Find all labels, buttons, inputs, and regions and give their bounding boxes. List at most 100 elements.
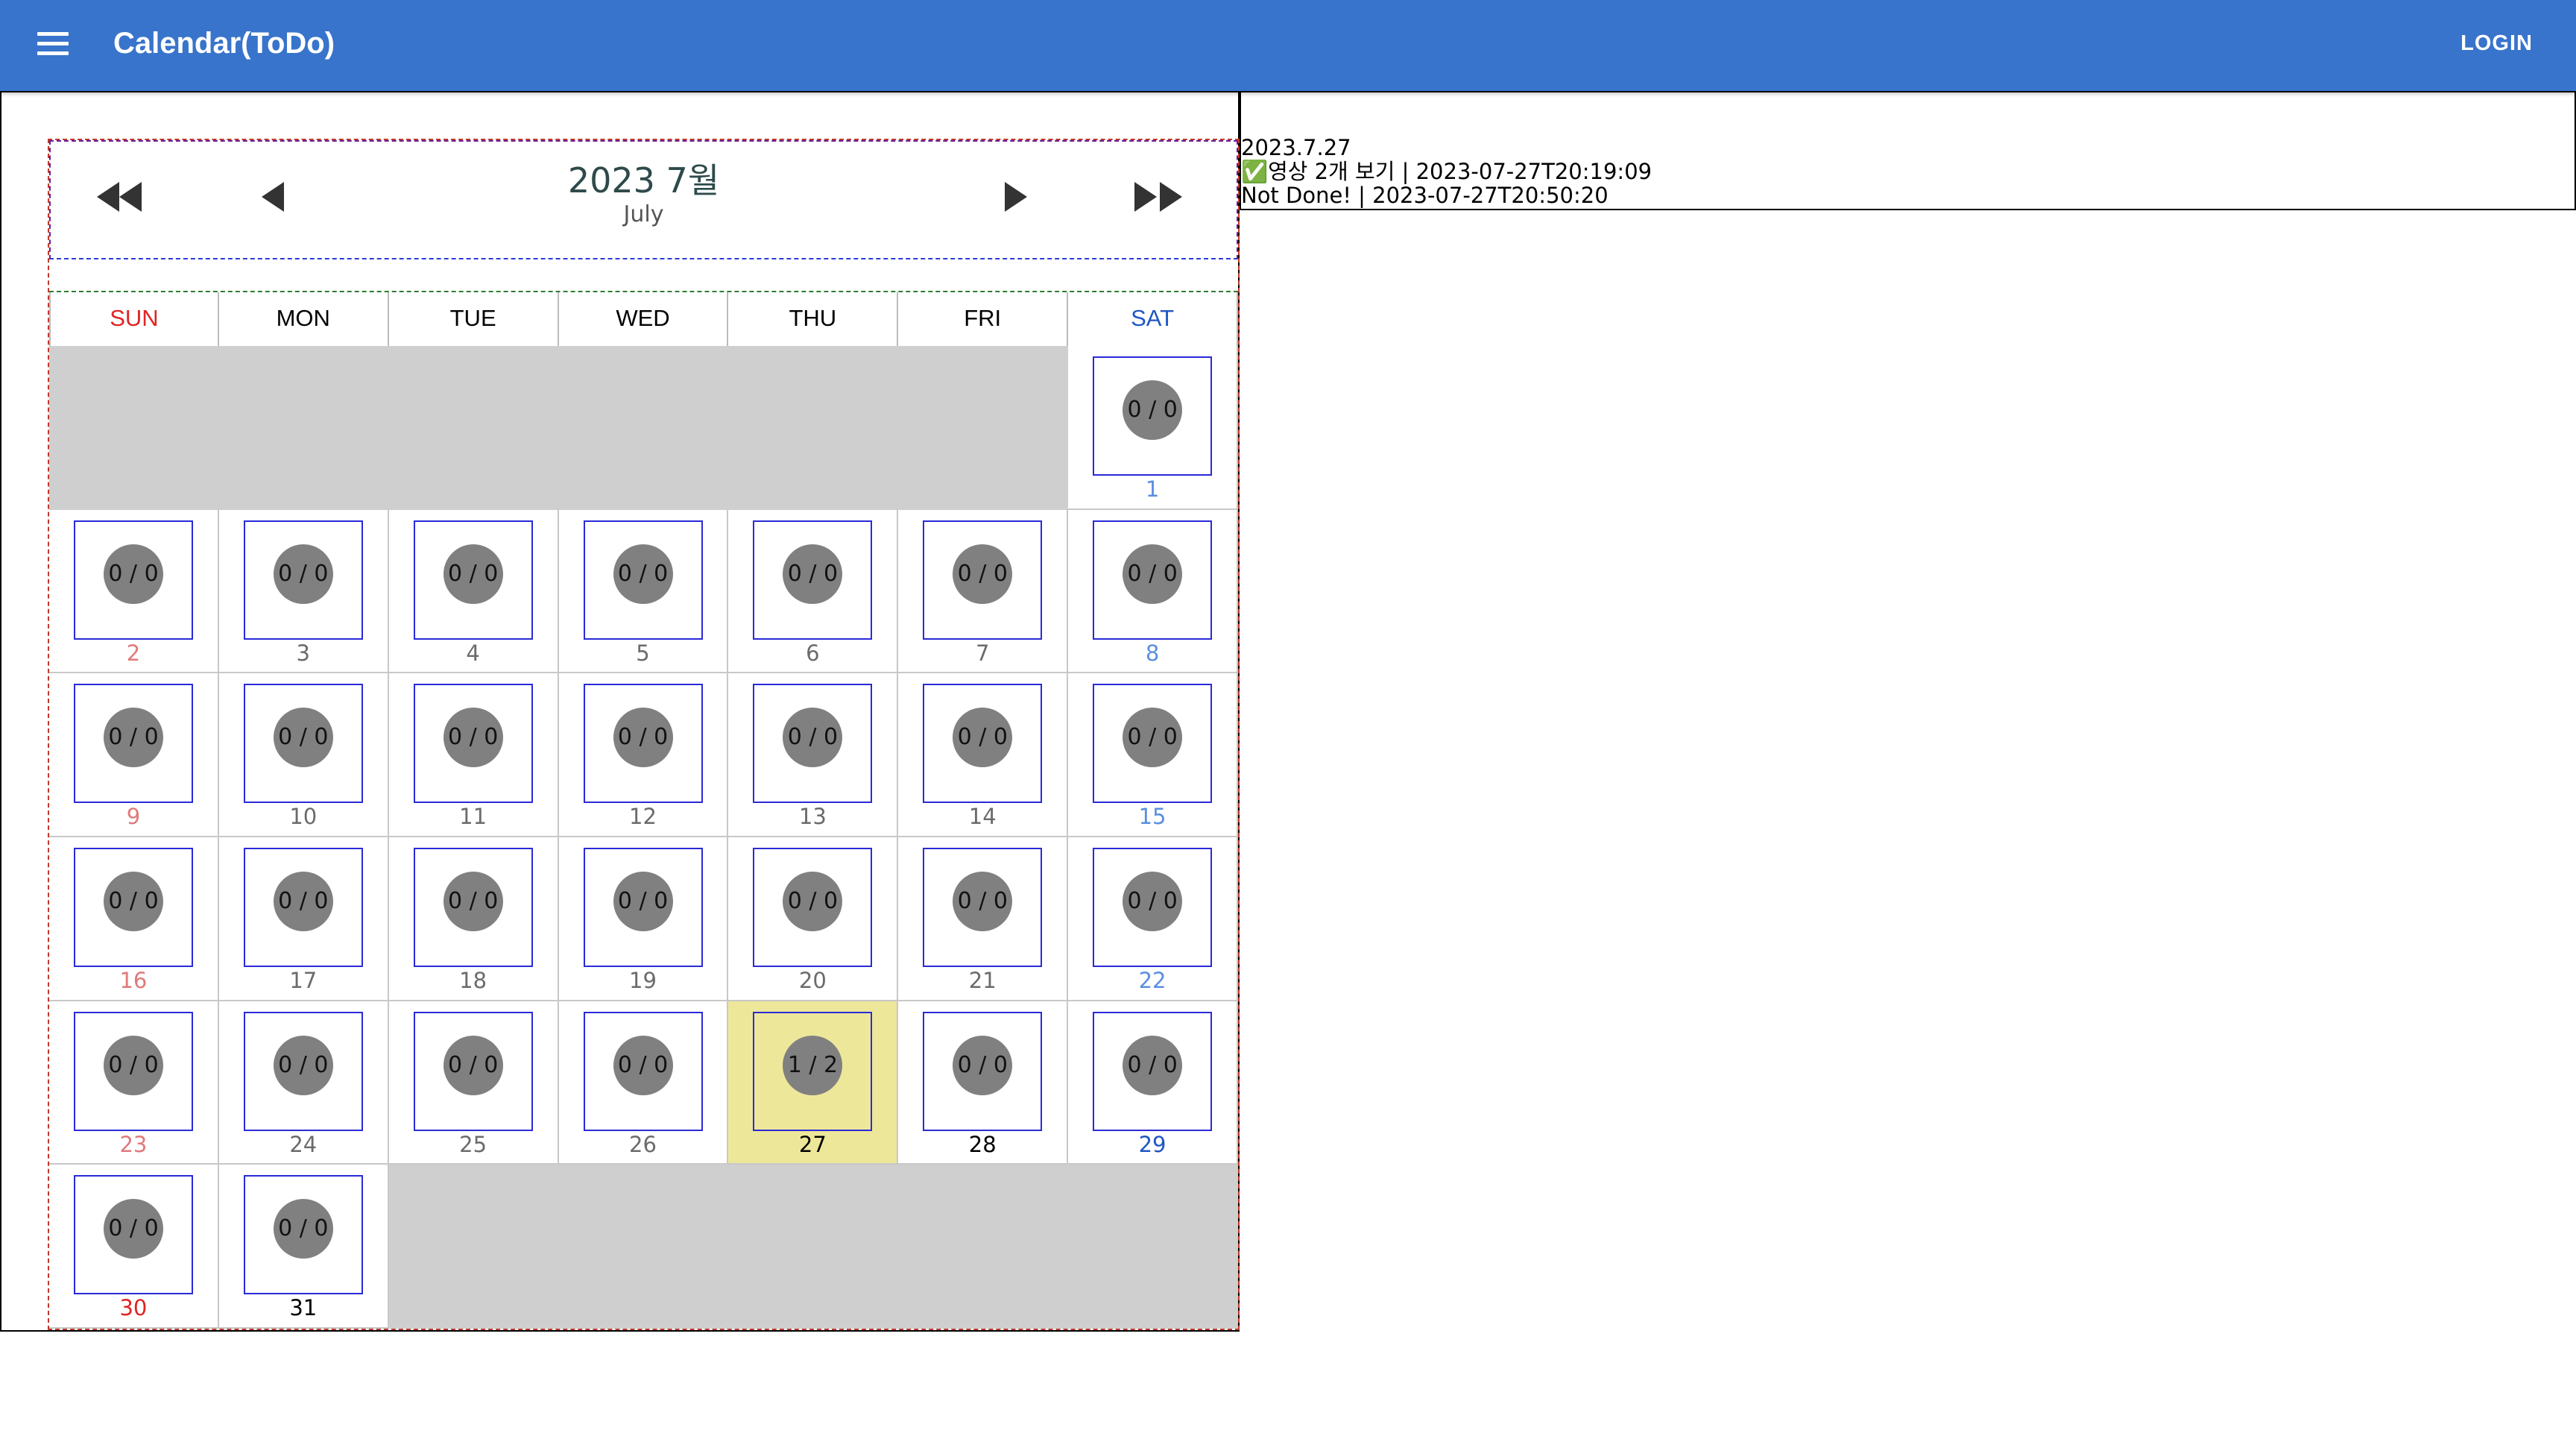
day-cell[interactable]: 0 / 0 19 [558, 837, 729, 1001]
day-cell[interactable]: 0 / 0 1 [1068, 346, 1238, 510]
calendar-header: 2023 7월 July [49, 140, 1238, 259]
day-todo-box[interactable]: 0 / 0 [1093, 520, 1213, 640]
day-todo-box[interactable]: 0 / 0 [1093, 1011, 1213, 1131]
login-button[interactable]: LOGIN [2455, 27, 2539, 60]
day-number: 5 [636, 640, 650, 666]
day-cell[interactable]: 1 / 2 27 [728, 1001, 899, 1165]
next-year-button[interactable] [1134, 182, 1182, 219]
day-cell[interactable]: 0 / 0 12 [558, 673, 729, 837]
day-todo-box[interactable]: 0 / 0 [413, 520, 533, 640]
day-cell[interactable]: 0 / 0 15 [1068, 673, 1238, 837]
day-todo-box[interactable]: 0 / 0 [923, 684, 1043, 804]
day-cell[interactable]: 0 / 0 14 [898, 673, 1069, 837]
day-cell[interactable]: 0 / 0 25 [388, 1001, 559, 1165]
todo-item[interactable]: ✅영상 2개 보기 | 2023-07-27T20:19:09 [1241, 160, 2575, 183]
day-todo-box[interactable]: 0 / 0 [413, 1011, 533, 1131]
next-month-button[interactable] [1005, 182, 1027, 219]
day-todo-box[interactable]: 0 / 0 [923, 848, 1043, 967]
day-todo-box[interactable]: 0 / 0 [74, 1175, 193, 1295]
weekday-sun: SUN [49, 292, 219, 347]
day-cell[interactable]: 0 / 0 20 [728, 837, 899, 1001]
calendar-grid: 0 / 010 / 020 / 030 / 040 / 050 / 060 / … [49, 346, 1238, 1329]
todo-count-badge: 0 / 0 [1123, 1035, 1183, 1095]
day-todo-box[interactable]: 0 / 0 [243, 684, 363, 804]
day-todo-box[interactable]: 0 / 0 [413, 848, 533, 967]
day-todo-box[interactable]: 0 / 0 [243, 1175, 363, 1295]
day-number: 15 [1138, 804, 1167, 830]
day-cell[interactable]: 0 / 0 23 [49, 1001, 219, 1165]
weekday-mon: MON [218, 292, 389, 347]
day-todo-box[interactable]: 0 / 0 [753, 848, 873, 967]
day-todo-box[interactable]: 0 / 0 [583, 848, 703, 967]
day-number: 29 [1138, 1131, 1167, 1157]
day-cell[interactable]: 0 / 0 7 [898, 509, 1069, 674]
day-todo-box[interactable]: 0 / 0 [583, 520, 703, 640]
day-todo-box[interactable]: 0 / 0 [243, 520, 363, 640]
day-todo-box[interactable]: 0 / 0 [1093, 848, 1213, 967]
day-todo-box[interactable]: 0 / 0 [923, 520, 1043, 640]
day-number: 8 [1145, 640, 1160, 666]
day-todo-box[interactable]: 0 / 0 [583, 1011, 703, 1131]
weekday-sat: SAT [1068, 292, 1238, 347]
day-cell[interactable]: 0 / 0 8 [1068, 509, 1238, 674]
right-arrow-icon [1005, 182, 1027, 212]
detail-date: 2023.7.27 [1241, 135, 1351, 160]
day-todo-box[interactable]: 0 / 0 [74, 848, 193, 967]
day-todo-box[interactable]: 0 / 0 [583, 684, 703, 804]
day-cell[interactable]: 0 / 0 3 [218, 509, 389, 674]
day-todo-box[interactable]: 0 / 0 [753, 520, 873, 640]
day-cell[interactable]: 0 / 0 2 [49, 509, 219, 674]
day-cell[interactable]: 0 / 0 11 [388, 673, 559, 837]
day-todo-box[interactable]: 0 / 0 [753, 684, 873, 804]
day-todo-box[interactable]: 0 / 0 [923, 1011, 1043, 1131]
day-cell[interactable]: 0 / 0 18 [388, 837, 559, 1001]
day-number: 6 [806, 640, 820, 666]
weekday-tue: TUE [388, 292, 559, 347]
day-todo-box[interactable]: 0 / 0 [1093, 684, 1213, 804]
day-todo-box[interactable]: 0 / 0 [243, 1011, 363, 1131]
day-cell[interactable]: 0 / 0 17 [218, 837, 389, 1001]
day-number: 3 [296, 640, 310, 666]
day-cell[interactable]: 0 / 0 31 [218, 1165, 389, 1329]
menu-icon[interactable] [37, 32, 69, 56]
day-todo-box[interactable]: 0 / 0 [74, 520, 193, 640]
day-cell[interactable]: 0 / 0 30 [49, 1165, 219, 1329]
day-cell[interactable]: 0 / 0 28 [898, 1001, 1069, 1165]
todo-count-badge: 0 / 0 [613, 1035, 673, 1095]
day-cell[interactable]: 0 / 0 22 [1068, 837, 1238, 1001]
day-cell[interactable]: 0 / 0 26 [558, 1001, 729, 1165]
weekday-wed: WED [558, 292, 729, 347]
day-number: 31 [289, 1295, 318, 1321]
day-todo-box[interactable]: 0 / 0 [74, 1011, 193, 1131]
month-subtitle: July [623, 201, 664, 227]
app-bar: Calendar(ToDo) LOGIN [0, 0, 2576, 91]
day-cell[interactable]: 0 / 0 21 [898, 837, 1069, 1001]
day-cell[interactable]: 0 / 0 9 [49, 673, 219, 837]
todo-item[interactable]: Not Done! | 2023-07-27T20:50:20 [1241, 183, 2575, 207]
todo-count-badge: 0 / 0 [953, 1035, 1013, 1095]
day-cell[interactable]: 0 / 0 24 [218, 1001, 389, 1165]
day-number: 30 [119, 1295, 148, 1321]
todo-count-badge: 0 / 0 [613, 544, 673, 604]
todo-count-badge: 0 / 0 [443, 1035, 503, 1095]
todo-count-badge: 0 / 0 [104, 1035, 163, 1095]
todo-count-badge: 0 / 0 [613, 708, 673, 768]
day-cell[interactable]: 0 / 0 4 [388, 509, 559, 674]
day-cell[interactable]: 0 / 0 6 [728, 509, 899, 674]
day-todo-box[interactable]: 0 / 0 [413, 684, 533, 804]
day-todo-box[interactable]: 0 / 0 [243, 848, 363, 967]
day-cell[interactable]: 0 / 0 16 [49, 837, 219, 1001]
day-todo-box[interactable]: 1 / 2 [753, 1011, 873, 1131]
todo-count-badge: 0 / 0 [104, 544, 163, 604]
todo-count-badge: 0 / 0 [273, 872, 333, 931]
day-cell[interactable]: 0 / 0 10 [218, 673, 389, 837]
day-todo-box[interactable]: 0 / 0 [1093, 356, 1213, 476]
day-number: 4 [466, 640, 480, 666]
day-cell[interactable]: 0 / 0 13 [728, 673, 899, 837]
day-todo-box[interactable]: 0 / 0 [74, 684, 193, 804]
day-number: 14 [968, 804, 997, 830]
day-cell[interactable]: 0 / 0 5 [558, 509, 729, 674]
day-number: 7 [975, 640, 990, 666]
day-cell[interactable]: 0 / 0 29 [1068, 1001, 1238, 1165]
todo-count-badge: 0 / 0 [953, 544, 1013, 604]
